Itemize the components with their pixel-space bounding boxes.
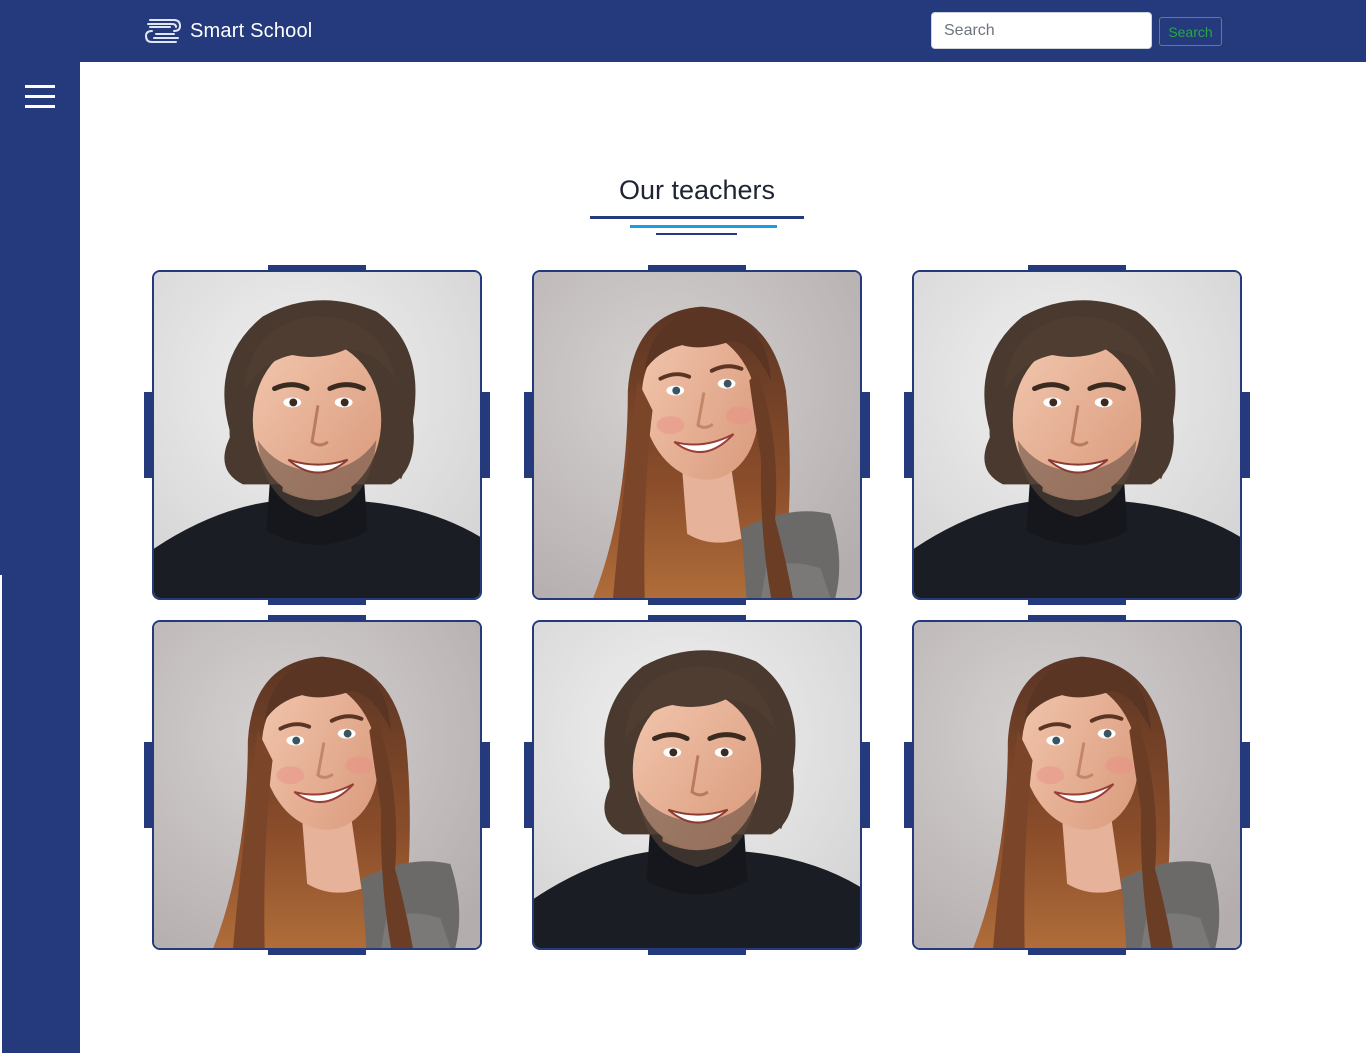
teacher-photo <box>912 620 1242 950</box>
teacher-photo <box>152 620 482 950</box>
title-underline-accent <box>630 225 777 228</box>
teacher-card[interactable] <box>144 615 490 955</box>
hamburger-line <box>25 105 55 108</box>
brand[interactable]: Smart School <box>144 14 312 48</box>
card-accent-right <box>481 392 490 478</box>
top-navbar: Smart School Search <box>0 0 1366 62</box>
card-accent-right <box>1241 742 1250 828</box>
title-underline-short <box>656 233 737 235</box>
teacher-photo <box>532 620 862 950</box>
brand-name: Smart School <box>190 19 313 42</box>
female-teacher-photo <box>154 622 480 948</box>
hamburger-line <box>25 85 55 88</box>
page-title: Our teachers <box>618 175 776 205</box>
sidebar <box>0 62 80 1053</box>
teacher-card[interactable] <box>904 265 1250 605</box>
sidebar-edge <box>0 575 2 1053</box>
male-teacher-photo <box>914 272 1240 598</box>
title-underline-primary <box>590 216 804 219</box>
teacher-photo <box>912 270 1242 600</box>
card-accent-right <box>481 742 490 828</box>
female-teacher-photo <box>534 272 860 598</box>
teacher-card[interactable] <box>524 265 870 605</box>
hamburger-menu-icon[interactable] <box>25 85 55 109</box>
card-accent-right <box>861 392 870 478</box>
teacher-card[interactable] <box>144 265 490 605</box>
female-teacher-photo <box>914 622 1240 948</box>
smart-school-logo-icon <box>144 19 182 43</box>
card-accent-right <box>861 742 870 828</box>
teacher-card[interactable] <box>904 615 1250 955</box>
teacher-photo <box>152 270 482 600</box>
male-teacher-photo <box>154 272 480 598</box>
search-input[interactable] <box>931 12 1152 49</box>
card-accent-right <box>1241 392 1250 478</box>
search-button[interactable]: Search <box>1159 17 1222 46</box>
hamburger-line <box>25 95 55 98</box>
teacher-photo <box>532 270 862 600</box>
male-teacher-photo <box>534 622 860 948</box>
teacher-card[interactable] <box>524 615 870 955</box>
